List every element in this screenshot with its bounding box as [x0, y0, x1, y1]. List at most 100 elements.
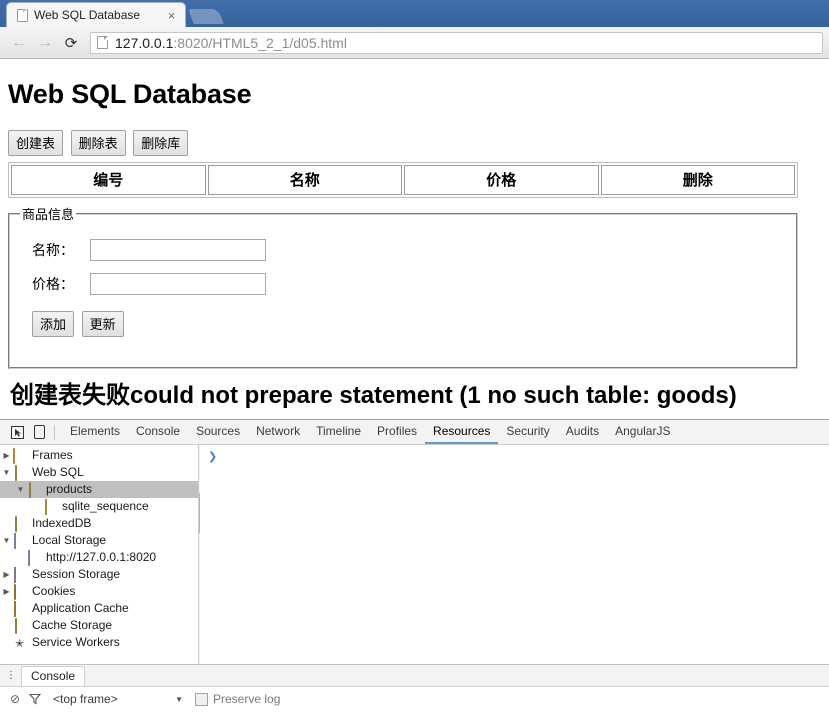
scrollbar-thumb[interactable] [199, 493, 200, 533]
database-icon [13, 465, 28, 481]
database-icon [13, 618, 28, 634]
column-header-delete: 删除 [600, 165, 795, 195]
name-label: 名称： [32, 242, 74, 258]
drawer-tab-console[interactable]: Console [21, 665, 86, 686]
frame-selector-value: <top frame> [53, 692, 118, 706]
devtools-tabs: Elements Console Sources Network Timelin… [62, 420, 678, 444]
tree-item-local-storage-origin[interactable]: http://127.0.0.1:8020 [0, 549, 198, 566]
tree-item-local-storage[interactable]: ▼ Local Storage [0, 532, 198, 549]
page-info-icon [97, 36, 108, 49]
db-action-buttons: 创建表 删除表 删除库 [8, 130, 821, 156]
tree-item-cookies[interactable]: ▶ Cookies [0, 583, 198, 600]
devtools-panel: Elements Console Sources Network Timelin… [0, 419, 829, 711]
tree-item-application-cache[interactable]: Application Cache [0, 600, 198, 617]
browser-chrome: Web SQL Database × ← → ⟳ 127.0.0.1:8020/… [0, 0, 829, 59]
table-header-row: 编号 名称 价格 删除 [11, 165, 795, 195]
table-icon [43, 499, 58, 515]
chevron-right-icon[interactable]: ▶ [0, 566, 13, 583]
cookie-icon [13, 584, 28, 600]
chevron-down-icon[interactable]: ▼ [0, 464, 13, 481]
tree-label: Local Storage [32, 533, 107, 547]
name-input[interactable] [90, 239, 266, 261]
tab-profiles[interactable]: Profiles [369, 420, 425, 444]
tree-label: products [46, 482, 93, 496]
forward-icon[interactable]: → [32, 30, 58, 56]
tree-item-frames[interactable]: ▶ Frames [0, 447, 198, 464]
close-icon[interactable]: × [164, 8, 179, 23]
folder-icon [13, 448, 28, 464]
storage-icon [13, 533, 28, 549]
price-field-row: 价格： [32, 273, 786, 295]
column-header-name: 名称 [207, 165, 402, 195]
tree-label: Cache Storage [32, 618, 113, 632]
product-info-fieldset: 商品信息 名称： 价格： 添加 更新 [8, 204, 798, 369]
device-toolbar-icon[interactable] [28, 422, 50, 443]
preserve-log-toggle[interactable]: Preserve log [195, 692, 280, 706]
filter-icon[interactable] [25, 689, 45, 709]
tree-item-web-sql[interactable]: ▼ Web SQL [0, 464, 198, 481]
name-field-row: 名称： [32, 239, 786, 261]
error-message: 创建表失败could not prepare statement (1 no s… [10, 382, 737, 409]
tree-label: Application Cache [32, 601, 129, 615]
inspect-element-icon[interactable] [6, 422, 28, 443]
preserve-log-checkbox[interactable] [195, 692, 208, 706]
database-icon [27, 482, 42, 498]
clear-console-icon[interactable]: ⊘ [5, 689, 25, 709]
page-title: Web SQL Database [8, 79, 252, 109]
tree-item-service-workers[interactable]: ✭ Service Workers [0, 634, 198, 651]
back-icon[interactable]: ← [6, 30, 32, 56]
tab-network[interactable]: Network [248, 420, 308, 444]
tab-audits[interactable]: Audits [558, 420, 607, 444]
browser-toolbar: ← → ⟳ 127.0.0.1:8020/HTML5_2_1/d05.html [0, 27, 829, 59]
tree-item-cache-storage[interactable]: Cache Storage [0, 617, 198, 634]
tree-item-indexeddb[interactable]: IndexedDB [0, 515, 198, 532]
add-button[interactable]: 添加 [32, 311, 75, 337]
price-input[interactable] [90, 273, 266, 295]
tab-timeline[interactable]: Timeline [308, 420, 369, 444]
application-cache-icon [13, 601, 28, 617]
console-toolbar: ⊘ <top frame> ▼ Preserve log [0, 687, 829, 711]
tab-resources[interactable]: Resources [425, 420, 499, 444]
new-tab-button[interactable] [188, 9, 224, 24]
fieldset-legend: 商品信息 [22, 207, 75, 222]
toolbar-divider [54, 424, 55, 440]
chevron-down-icon[interactable]: ▼ [0, 532, 13, 549]
tree-item-session-storage[interactable]: ▶ Session Storage [0, 566, 198, 583]
session-storage-icon [13, 567, 28, 583]
resource-detail-pane: ❯ [199, 445, 829, 664]
tree-label: IndexedDB [32, 516, 92, 530]
tree-label: http://127.0.0.1:8020 [46, 550, 157, 564]
frame-selector[interactable]: <top frame> ▼ [53, 692, 183, 706]
console-drawer: ⋮ Console ⊘ <top frame> ▼ Preserve log [0, 664, 829, 711]
tab-elements[interactable]: Elements [62, 420, 128, 444]
drawer-menu-icon[interactable]: ⋮ [4, 670, 18, 681]
address-bar[interactable]: 127.0.0.1:8020/HTML5_2_1/d05.html [90, 31, 823, 54]
tab-console[interactable]: Console [128, 420, 188, 444]
page-icon [16, 8, 28, 22]
url-path: :8020/HTML5_2_1/d05.html [173, 34, 347, 51]
tree-label: Cookies [32, 584, 76, 598]
drop-database-button[interactable]: 删除库 [133, 130, 189, 156]
chevron-right-icon[interactable]: ▶ [0, 447, 13, 464]
tab-security[interactable]: Security [498, 420, 557, 444]
gear-icon: ✭ [15, 638, 25, 650]
tree-item-sqlite-sequence[interactable]: sqlite_sequence [0, 498, 198, 515]
chevron-down-icon[interactable]: ▼ [14, 481, 27, 498]
drop-table-button[interactable]: 删除表 [70, 130, 126, 156]
column-header-id: 编号 [11, 165, 206, 195]
tree-label: Service Workers [32, 635, 120, 649]
create-table-button[interactable]: 创建表 [8, 130, 64, 156]
tab-angularjs[interactable]: AngularJS [607, 420, 678, 444]
price-label: 价格： [32, 276, 74, 292]
chevron-down-icon: ▼ [175, 694, 183, 704]
browser-tab[interactable]: Web SQL Database × [6, 2, 186, 27]
goods-table: 编号 名称 价格 删除 [8, 162, 798, 198]
tree-label: Frames [32, 448, 73, 462]
chevron-right-icon[interactable]: ▶ [0, 583, 13, 600]
pane-scrollbar[interactable] [199, 445, 200, 664]
tab-sources[interactable]: Sources [188, 420, 248, 444]
devtools-toolbar: Elements Console Sources Network Timelin… [0, 420, 829, 445]
reload-icon[interactable]: ⟳ [58, 30, 84, 56]
update-button[interactable]: 更新 [81, 311, 124, 337]
tree-item-products[interactable]: ▼ products [0, 481, 198, 498]
